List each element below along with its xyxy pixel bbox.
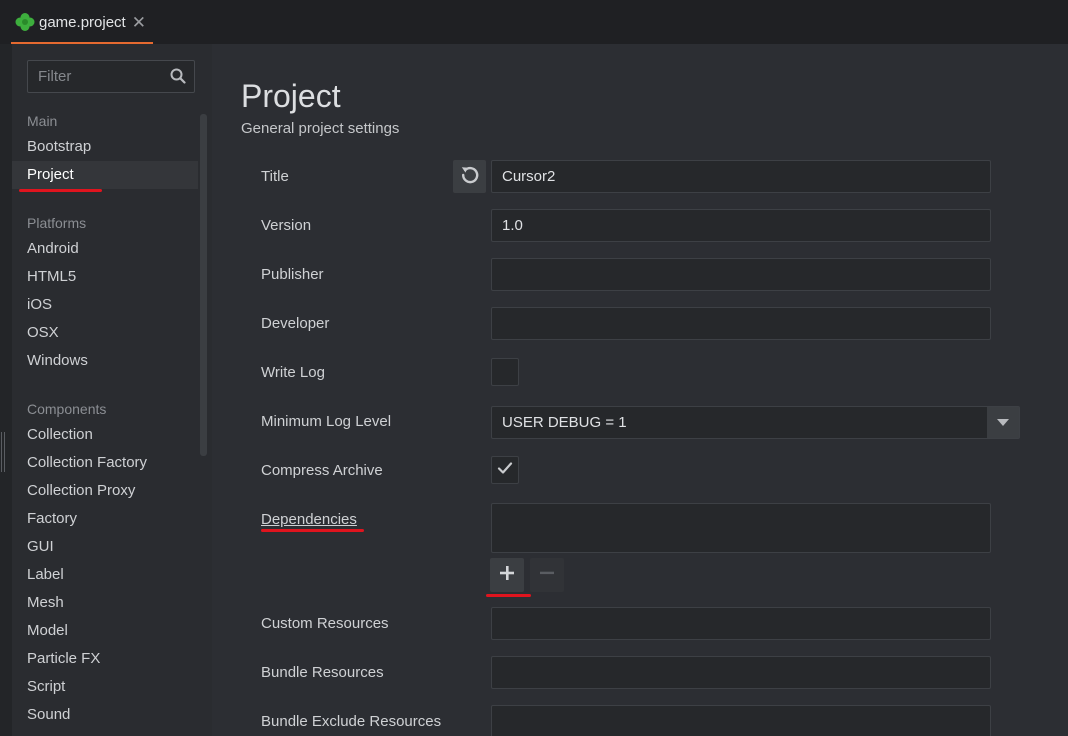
title-field[interactable]: Cursor2 bbox=[491, 160, 991, 193]
defold-logo-icon bbox=[15, 12, 35, 32]
plus-icon bbox=[499, 565, 515, 586]
sidebar-item-bootstrap[interactable]: Bootstrap bbox=[12, 133, 198, 161]
sidebar-item-sound[interactable]: Sound bbox=[12, 701, 198, 729]
filter-box bbox=[27, 60, 195, 93]
sidebar-item-osx[interactable]: OSX bbox=[12, 319, 198, 347]
sidebar-item-ios[interactable]: iOS bbox=[12, 291, 198, 319]
version-field[interactable]: 1.0 bbox=[491, 209, 991, 242]
sidebar-group-components: Components Collection Collection Factory… bbox=[12, 397, 198, 729]
page-subtitle: General project settings bbox=[241, 120, 400, 137]
sidebar-heading-main: Main bbox=[27, 113, 58, 129]
chevron-down-icon[interactable] bbox=[987, 407, 1019, 438]
custom-resources-field[interactable] bbox=[491, 607, 991, 640]
developer-field[interactable] bbox=[491, 307, 991, 340]
bundle-resources-label: Bundle Resources bbox=[261, 664, 384, 681]
custom-resources-label: Custom Resources bbox=[261, 615, 389, 632]
sidebar-item-mesh[interactable]: Mesh bbox=[12, 589, 198, 617]
close-icon[interactable]: ✕ bbox=[132, 14, 146, 31]
min-log-level-label: Minimum Log Level bbox=[261, 413, 392, 430]
sidebar-item-script[interactable]: Script bbox=[12, 673, 198, 701]
sidebar-item-model[interactable]: Model bbox=[12, 617, 198, 645]
bundle-resources-field[interactable] bbox=[491, 656, 991, 689]
dependencies-list[interactable] bbox=[491, 503, 991, 553]
write-log-label: Write Log bbox=[261, 364, 325, 381]
annotation-underline-dependencies bbox=[261, 529, 364, 532]
version-label: Version bbox=[261, 217, 312, 234]
sidebar-item-collection[interactable]: Collection bbox=[12, 421, 198, 449]
bundle-exclude-resources-label: Bundle Exclude Resources bbox=[261, 713, 442, 730]
filter-input[interactable] bbox=[28, 61, 168, 92]
sidebar-item-collection-proxy[interactable]: Collection Proxy bbox=[12, 477, 198, 505]
compress-archive-checkbox[interactable] bbox=[491, 456, 519, 484]
title-label: Title bbox=[261, 168, 289, 185]
sidebar-item-factory[interactable]: Factory bbox=[12, 505, 198, 533]
publisher-field[interactable] bbox=[491, 258, 991, 291]
compress-archive-label: Compress Archive bbox=[261, 462, 383, 479]
annotation-underline-add bbox=[486, 594, 531, 597]
min-log-level-select[interactable]: USER DEBUG = 1 bbox=[491, 406, 1020, 439]
sidebar-item-collection-factory[interactable]: Collection Factory bbox=[12, 449, 198, 477]
settings-panel: Project General project settings Title C… bbox=[212, 44, 1068, 736]
bundle-exclude-resources-field[interactable] bbox=[491, 705, 991, 736]
min-log-level-value: USER DEBUG = 1 bbox=[502, 414, 627, 431]
dependencies-label: Dependencies bbox=[261, 511, 357, 528]
annotation-underline-project bbox=[19, 189, 102, 192]
sidebar-group-platforms: Platforms Android HTML5 iOS OSX Windows bbox=[12, 211, 198, 375]
sidebar-scrollbar[interactable] bbox=[200, 114, 207, 456]
sidebar-item-particle-fx[interactable]: Particle FX bbox=[12, 645, 198, 673]
sidebar-item-project[interactable]: Project bbox=[12, 161, 198, 189]
remove-dependency-button[interactable] bbox=[530, 558, 564, 592]
developer-label: Developer bbox=[261, 315, 330, 332]
checkmark-icon bbox=[497, 461, 513, 480]
revert-icon bbox=[460, 164, 480, 189]
panel-resize-handle[interactable] bbox=[1, 432, 5, 472]
revert-button[interactable] bbox=[453, 160, 486, 193]
page-title: Project bbox=[241, 78, 341, 114]
sidebar-item-windows[interactable]: Windows bbox=[12, 347, 198, 375]
sidebar-item-android[interactable]: Android bbox=[12, 235, 198, 263]
publisher-label: Publisher bbox=[261, 266, 324, 283]
sidebar-group-main: Main Bootstrap Project bbox=[12, 109, 198, 189]
tab-title: game.project bbox=[39, 13, 126, 31]
sidebar-heading-platforms: Platforms bbox=[27, 215, 87, 231]
sidebar-item-label[interactable]: Label bbox=[12, 561, 198, 589]
tab-bar: game.project ✕ bbox=[0, 0, 1068, 44]
sidebar-item-gui[interactable]: GUI bbox=[12, 533, 198, 561]
minus-icon bbox=[539, 565, 555, 586]
sidebar-heading-components: Components bbox=[27, 401, 107, 417]
add-dependency-button[interactable] bbox=[490, 558, 524, 592]
sidebar-item-html5[interactable]: HTML5 bbox=[12, 263, 198, 291]
sidebar: Main Bootstrap Project Platforms Android… bbox=[12, 44, 212, 736]
search-icon[interactable] bbox=[170, 68, 186, 89]
tab-game-project[interactable]: game.project ✕ bbox=[11, 0, 153, 44]
write-log-checkbox[interactable] bbox=[491, 358, 519, 386]
